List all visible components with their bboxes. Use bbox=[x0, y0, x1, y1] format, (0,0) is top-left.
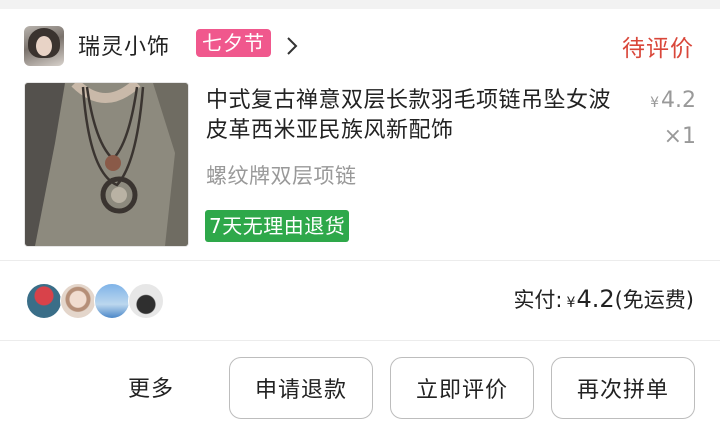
member-avatar-3[interactable] bbox=[94, 283, 130, 319]
product-quantity: ×1 bbox=[663, 124, 696, 149]
order-status: 待评价 bbox=[622, 36, 694, 62]
shipping-note: (免运费) bbox=[614, 288, 694, 312]
avatar-face-shape bbox=[36, 36, 52, 56]
shop-avatar[interactable] bbox=[24, 26, 64, 66]
shop-header[interactable]: 瑞灵小饰 七夕节 待评价 bbox=[0, 9, 720, 71]
request-refund-button[interactable]: 申请退款 bbox=[229, 357, 373, 419]
price-currency: ¥ bbox=[650, 95, 659, 111]
member-avatar-1[interactable] bbox=[26, 283, 62, 319]
necklace-photo-illustration bbox=[25, 83, 188, 246]
chevron-right-icon[interactable] bbox=[286, 36, 298, 56]
product-title[interactable]: 中式复古禅意双层长款羽毛项链吊坠女波皮革西米亚民族风新配饰 bbox=[206, 86, 626, 146]
festival-badge: 七夕节 bbox=[196, 29, 271, 57]
divider bbox=[0, 340, 720, 341]
top-separator-strip bbox=[0, 0, 720, 9]
return-policy-tag: 7天无理由退货 bbox=[205, 210, 350, 242]
review-now-button[interactable]: 立即评价 bbox=[390, 357, 534, 419]
more-button[interactable]: 更多 bbox=[128, 371, 174, 403]
total-currency: ¥ bbox=[566, 295, 576, 311]
divider bbox=[0, 260, 720, 261]
product-price: ¥4.2 bbox=[650, 88, 696, 113]
order-total: 实付: ¥4.2(免运费) bbox=[513, 284, 694, 314]
member-avatar-2[interactable] bbox=[60, 283, 96, 319]
price-value: 4.2 bbox=[661, 88, 696, 113]
product-image[interactable] bbox=[24, 82, 189, 247]
group-buy-again-button[interactable]: 再次拼单 bbox=[551, 357, 695, 419]
paid-label: 实付: bbox=[513, 288, 563, 312]
total-amount: 4.2 bbox=[576, 285, 615, 313]
shop-name[interactable]: 瑞灵小饰 bbox=[78, 29, 170, 61]
member-avatar-4[interactable] bbox=[128, 283, 164, 319]
product-spec: 螺纹牌双层项链 bbox=[206, 164, 357, 188]
